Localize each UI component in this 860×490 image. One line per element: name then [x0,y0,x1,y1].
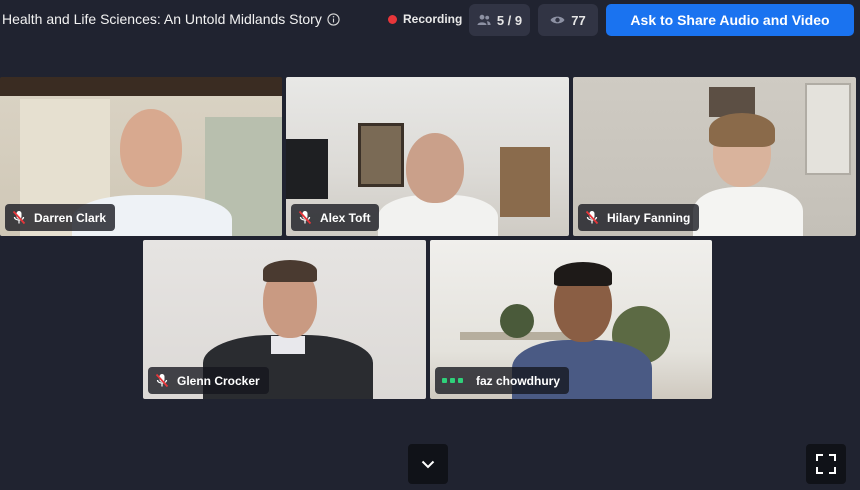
participant-name-tag: Hilary Fanning [578,204,700,231]
session-title: Health and Life Sciences: An Untold Midl… [2,11,322,27]
video-tile: faz chowdhury [430,240,712,399]
mic-muted-icon [298,210,312,225]
wall-painting [358,123,404,187]
recording-label: Recording [403,12,463,26]
video-tile: Hilary Fanning [573,77,856,236]
participant-name: Hilary Fanning [607,210,691,225]
session-title-row: Health and Life Sciences: An Untold Midl… [2,11,340,27]
participants-button[interactable]: 5 / 9 [469,4,530,36]
tv-screen [286,139,328,199]
participant-name-tag: Glenn Crocker [148,367,269,394]
chevron-down-icon [421,460,435,468]
participant-name: faz chowdhury [476,373,561,388]
person-hair [554,262,612,286]
viewers-count: 77 [571,12,586,28]
mic-muted-icon [585,210,599,225]
mic-muted-icon [155,373,169,388]
top-bar: Health and Life Sciences: An Untold Midl… [0,0,860,40]
video-tile: Darren Clark [0,77,282,236]
fullscreen-button[interactable] [806,444,846,484]
participant-name: Alex Toft [320,210,371,225]
participant-name-tag: faz chowdhury [435,367,570,394]
participant-name-tag: Alex Toft [291,204,380,231]
participant-name: Darren Clark [34,210,107,225]
info-icon[interactable] [327,12,340,26]
plant-left [500,304,534,338]
video-tile: Glenn Crocker [143,240,426,399]
person-hair [709,113,775,147]
recording-indicator: Recording [388,12,462,26]
video-tile: Alex Toft [286,77,569,236]
participant-name-tag: Darren Clark [5,204,116,231]
person-head [406,133,464,203]
eye-icon [550,16,565,24]
person-hair [263,260,317,282]
ask-to-share-button[interactable]: Ask to Share Audio and Video [606,4,854,36]
participants-count: 5 / 9 [496,12,523,28]
person-head [120,109,182,187]
people-icon [477,14,491,25]
fullscreen-icon [816,454,836,474]
mic-muted-icon [12,210,26,225]
participant-name: Glenn Crocker [177,373,260,388]
person-body [693,187,803,236]
shirt-collar [271,336,305,354]
speaking-indicator-icon [442,378,466,383]
viewers-button[interactable]: 77 [538,4,598,36]
shelf [500,147,550,217]
expand-toggle-button[interactable] [408,444,448,484]
wall-board [805,83,851,175]
recording-dot-icon [388,14,397,24]
